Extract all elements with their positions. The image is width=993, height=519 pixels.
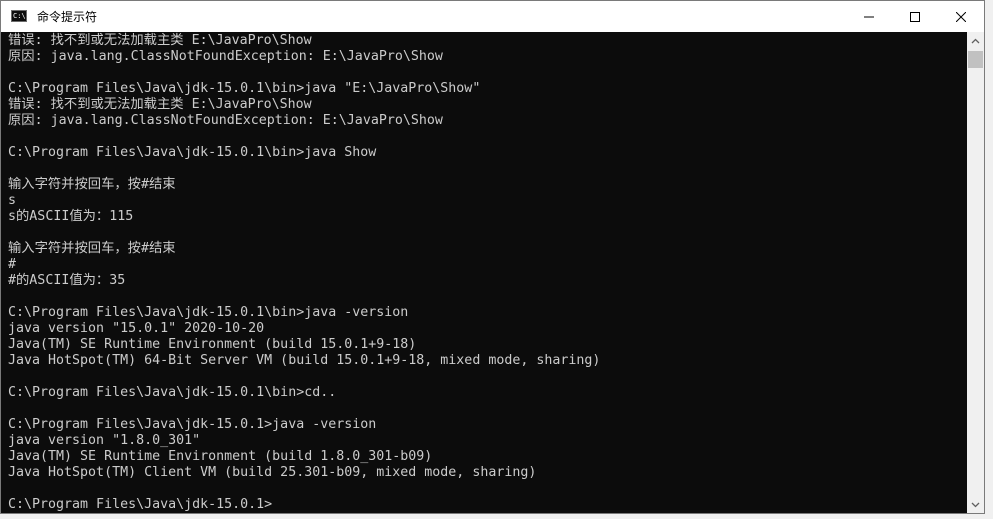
- minimize-icon: [864, 16, 874, 17]
- console-line: C:\Program Files\Java\jdk-15.0.1\bin>jav…: [8, 305, 409, 320]
- command-prompt-icon[interactable]: C:\: [11, 10, 27, 22]
- console-line: Java(TM) SE Runtime Environment (build 1…: [8, 337, 417, 352]
- console-line: C:\Program Files\Java\jdk-15.0.1\bin>jav…: [8, 81, 481, 96]
- command-prompt-window: C:\ 命令提示符 错误: 找不到或无法加载主类 E:\JavaPro\Show…: [0, 0, 985, 514]
- minimize-button[interactable]: [846, 1, 892, 32]
- maximize-button[interactable]: [892, 1, 938, 32]
- scroll-down-button[interactable]: [967, 496, 984, 513]
- console-line: 原因: java.lang.ClassNotFoundException: E:…: [8, 113, 443, 128]
- console-line: java version "1.8.0_301": [8, 433, 201, 448]
- close-button[interactable]: [938, 1, 984, 32]
- console-line: 错误: 找不到或无法加载主类 E:\JavaPro\Show: [8, 33, 312, 48]
- console-text: 错误: 找不到或无法加载主类 E:\JavaPro\Show 原因: java.l…: [8, 33, 600, 513]
- console-line: C:\Program Files\Java\jdk-15.0.1>: [8, 497, 273, 512]
- console-line: 错误: 找不到或无法加载主类 E:\JavaPro\Show: [8, 97, 312, 112]
- console-line: Java(TM) SE Runtime Environment (build 1…: [8, 449, 433, 464]
- maximize-icon: [910, 11, 920, 22]
- console-line: java version "15.0.1" 2020-10-20: [8, 321, 265, 336]
- close-icon: [956, 11, 966, 22]
- console-line: 输入字符并按回车，按#结束: [8, 241, 176, 256]
- console-line: C:\Program Files\Java\jdk-15.0.1\bin>cd.…: [8, 385, 337, 400]
- console-line: s: [8, 193, 17, 208]
- console-line: Java HotSpot(TM) Client VM (build 25.301…: [8, 465, 537, 480]
- console-output-area[interactable]: 错误: 找不到或无法加载主类 E:\JavaPro\Show 原因: java.l…: [1, 32, 967, 513]
- console-line: #的ASCII值为：35: [8, 273, 126, 288]
- scroll-up-button[interactable]: [967, 32, 984, 49]
- console-line: 输入字符并按回车，按#结束: [8, 177, 176, 192]
- console-line: C:\Program Files\Java\jdk-15.0.1>java -v…: [8, 417, 377, 432]
- window-title: 命令提示符: [37, 10, 98, 24]
- console-line: #: [8, 257, 17, 272]
- vertical-scrollbar[interactable]: [967, 32, 984, 513]
- console-line: 原因: java.lang.ClassNotFoundException: E:…: [8, 49, 443, 64]
- scrollbar-thumb[interactable]: [968, 51, 983, 68]
- chevron-up-icon: [971, 38, 980, 43]
- console-line: s的ASCII值为：115: [8, 209, 134, 224]
- console-line: Java HotSpot(TM) 64-Bit Server VM (build…: [8, 353, 601, 368]
- chevron-down-icon: [971, 502, 980, 507]
- console-line: C:\Program Files\Java\jdk-15.0.1\bin>jav…: [8, 145, 377, 160]
- title-bar[interactable]: C:\ 命令提示符: [1, 1, 984, 32]
